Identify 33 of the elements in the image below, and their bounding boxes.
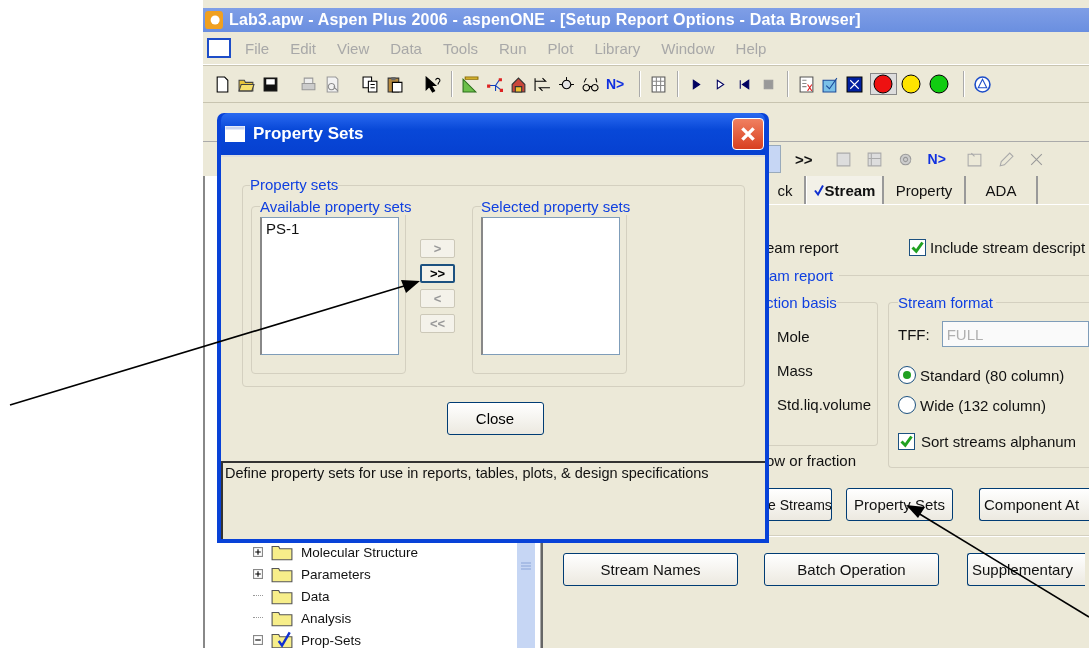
section-title: am report <box>769 267 834 284</box>
tree-item[interactable]: Prop-Sets <box>301 632 362 648</box>
tree-item[interactable]: Data <box>301 588 330 604</box>
list-item[interactable]: PS-1 <box>262 218 398 239</box>
form-button[interactable]: Stream Names <box>563 553 738 586</box>
form-button[interactable]: Component At <box>979 488 1089 521</box>
checkbox-label: Include stream descript <box>930 238 1086 256</box>
list-title: Available property sets <box>260 198 412 215</box>
list-box[interactable]: PS-1 <box>260 217 399 355</box>
option-label: Std.liq.volume <box>777 394 873 415</box>
tree-item[interactable]: Molecular Structure <box>301 544 419 560</box>
dialog-title: Property Sets <box>253 124 365 144</box>
list-title: Selected property sets <box>481 198 631 215</box>
next-input-button[interactable]: N> <box>927 151 946 167</box>
tab[interactable]: Stream <box>806 176 884 204</box>
tree-item[interactable]: Parameters <box>301 566 371 582</box>
option-label: Mass <box>777 360 814 381</box>
status-text: Define property sets for use in reports, tables, plots, & design specifications <box>225 465 709 481</box>
field-label: TFF: <box>898 325 930 343</box>
option-label: Mole <box>777 326 811 347</box>
next-input-button[interactable]: N> <box>606 76 625 92</box>
form-button[interactable]: Batch Operation <box>764 553 939 586</box>
tree-item[interactable]: Analysis <box>301 610 352 626</box>
tab[interactable]: ADA <box>966 176 1038 204</box>
close-button[interactable]: Close <box>446 402 544 435</box>
move-button[interactable]: >> <box>420 264 455 283</box>
tab[interactable]: Property <box>884 176 966 204</box>
window-title: Lab3.apw - Aspen Plus 2006 - aspenONE - [Setup Report Options - Data Browser] <box>229 11 861 29</box>
group-title: Stream format <box>898 294 997 311</box>
checkbox-label: Sort streams alphanum <box>921 432 1077 450</box>
radio-label: Wide (132 column) <box>920 396 1046 414</box>
next-form-button[interactable]: >> <box>795 150 813 168</box>
radio-label: Standard (80 column) <box>920 366 1065 384</box>
